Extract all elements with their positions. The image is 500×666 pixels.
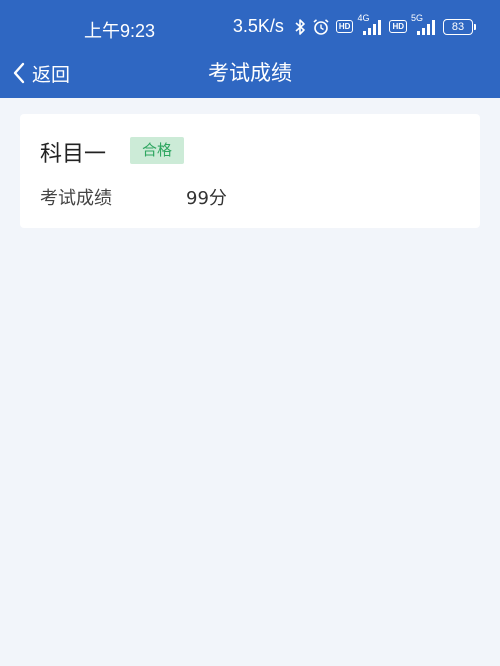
- battery-level: 83: [443, 18, 473, 35]
- status-badge: 合格: [130, 137, 184, 164]
- subject-name: 科目一: [40, 142, 107, 167]
- score-card[interactable]: 科目一 合格 考试成绩 99分: [20, 114, 480, 228]
- score-value: 99分: [186, 188, 227, 209]
- bluetooth-icon: [294, 18, 306, 36]
- network-type-2: 5G: [411, 12, 424, 23]
- battery-icon: 83: [443, 18, 476, 35]
- network-type-1: 4G: [357, 12, 370, 23]
- alarm-icon: [312, 18, 330, 36]
- score-label: 考试成绩: [40, 188, 112, 209]
- signal-icon-2: 5G: [411, 13, 437, 36]
- status-bar: 上午9:23 3.5K/s HD 4G HD 5G 83: [0, 0, 500, 54]
- nav-bar: 返回 考试成绩: [0, 54, 500, 98]
- status-icons: 3.5K/s HD 4G HD 5G 83: [232, 13, 476, 37]
- hd-badge-1: HD: [335, 20, 354, 33]
- network-speed: 3.5K/s: [232, 16, 284, 36]
- app-header: 上午9:23 3.5K/s HD 4G HD 5G 83 返回 考试成绩: [0, 0, 500, 98]
- status-time: 上午9:23: [84, 21, 156, 41]
- signal-icon-1: 4G: [357, 13, 383, 36]
- battery-tip: [474, 23, 476, 30]
- hd-badge-2: HD: [389, 20, 407, 33]
- page-title: 考试成绩: [208, 61, 292, 85]
